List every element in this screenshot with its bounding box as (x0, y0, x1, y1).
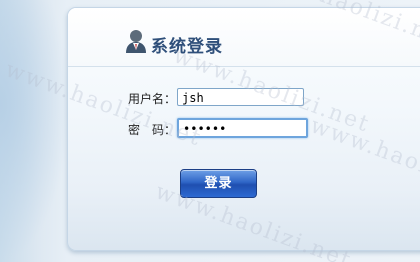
login-button[interactable]: 登录 (180, 169, 257, 198)
username-field[interactable]: jsh (177, 88, 304, 106)
background-glow (0, 0, 70, 262)
username-label: 用户名： (128, 92, 177, 106)
page-title: 系统登录 (151, 37, 223, 57)
login-panel: 系统登录 用户名： jsh 密 码： •••••• 登录 (67, 7, 420, 251)
user-icon (126, 30, 146, 53)
panel-header: 系统登录 (68, 8, 420, 67)
password-field[interactable]: •••••• (177, 118, 308, 138)
password-label: 密 码： (128, 123, 177, 137)
